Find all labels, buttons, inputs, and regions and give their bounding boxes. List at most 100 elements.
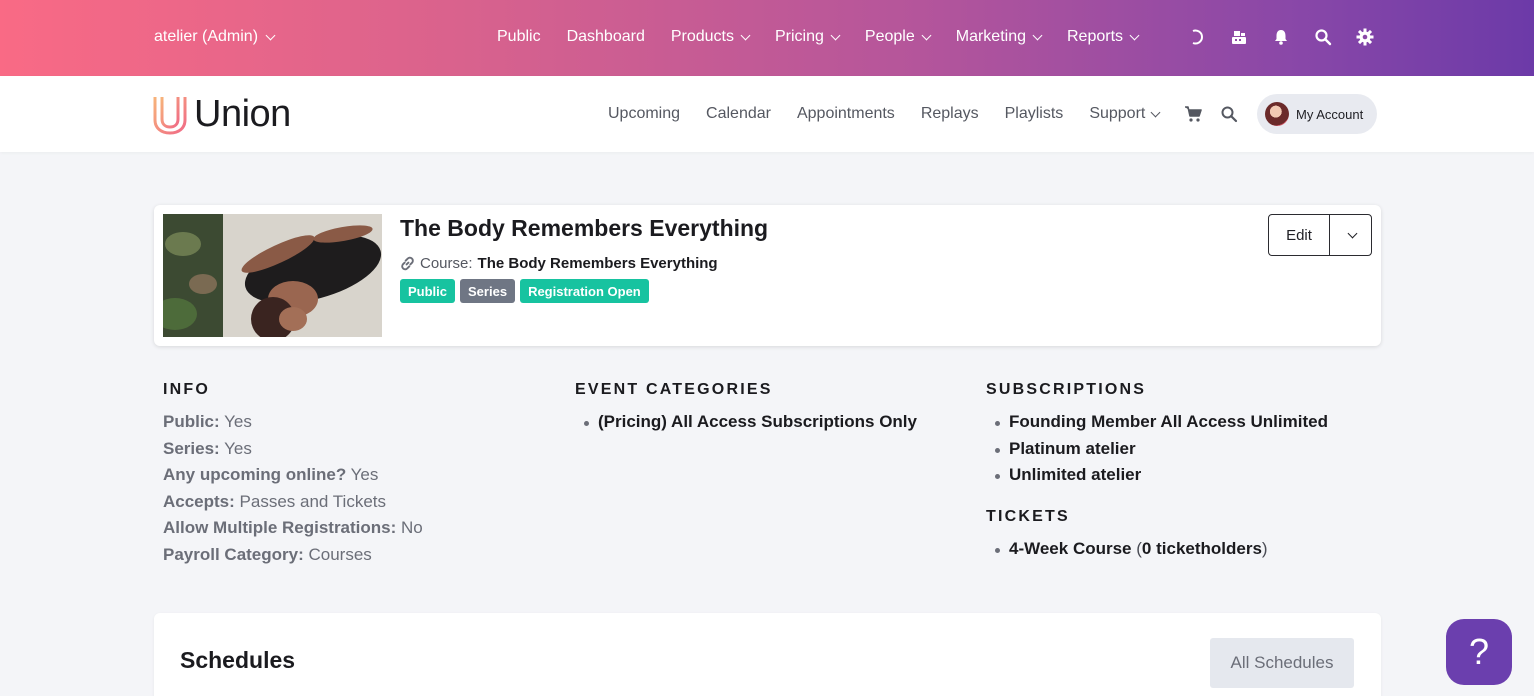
badge-series: Series: [460, 279, 516, 303]
nav-appointments[interactable]: Appointments: [797, 105, 895, 123]
register-icon[interactable]: [1228, 26, 1250, 48]
admin-bar: atelier (Admin) Public Dashboard Product…: [0, 0, 1534, 76]
edit-dropdown-toggle[interactable]: [1330, 215, 1371, 255]
info-label: Payroll Category:: [163, 544, 304, 564]
nav-calendar[interactable]: Calendar: [706, 105, 771, 123]
info-value: Yes: [224, 438, 252, 458]
schedules-title: Schedules: [180, 647, 296, 673]
loading-icon[interactable]: [1186, 26, 1208, 48]
chevron-down-icon: [921, 30, 932, 40]
account-label: My Account: [1296, 106, 1364, 122]
info-row-payroll-category: Payroll Category: Courses: [163, 542, 423, 569]
help-icon: ?: [1468, 631, 1490, 672]
site-header: Union Upcoming Calendar Appointments Rep…: [0, 76, 1534, 152]
site-nav: Upcoming Calendar Appointments Replays P…: [608, 105, 1185, 123]
info-label: Allow Multiple Registrations:: [163, 518, 397, 537]
schedules-card: Schedules All Schedules: [154, 613, 1381, 696]
gear-icon[interactable]: [1354, 26, 1376, 48]
event-card: The Body Remembers Everything Course: Th…: [154, 205, 1381, 346]
union-logo[interactable]: Union: [152, 93, 291, 136]
subscription-item[interactable]: Founding Member All Access Unlimited: [986, 409, 1328, 436]
ticket-name: 4-Week Course: [1009, 538, 1132, 558]
org-switcher[interactable]: atelier (Admin): [154, 28, 276, 46]
chevron-down-icon: [1129, 30, 1140, 40]
link-icon: [401, 256, 414, 271]
ticket-item[interactable]: 4-Week Course (0 ticketholders): [986, 536, 1328, 563]
info-label: Accepts:: [163, 491, 235, 511]
info-value: Courses: [308, 544, 372, 564]
event-photo: [163, 214, 382, 337]
search-icon[interactable]: [1312, 26, 1334, 48]
nav-upcoming[interactable]: Upcoming: [608, 105, 680, 123]
chevron-down-icon: [1347, 228, 1357, 238]
all-schedules-button[interactable]: All Schedules: [1210, 638, 1354, 688]
my-account-button[interactable]: My Account: [1257, 94, 1378, 134]
course-link[interactable]: Course: The Body Remembers Everything: [400, 255, 718, 272]
tickets-list: 4-Week Course (0 ticketholders): [986, 536, 1328, 563]
course-name: The Body Remembers Everything: [477, 255, 718, 272]
admin-nav-label: Marketing: [955, 28, 1026, 45]
tickets-heading: TICKETS: [986, 507, 1070, 525]
admin-nav-pricing[interactable]: Pricing: [775, 28, 841, 46]
admin-nav-label: Pricing: [775, 28, 824, 45]
nav-playlists[interactable]: Playlists: [1005, 105, 1064, 123]
admin-nav-label: People: [864, 28, 915, 45]
info-row-accepts: Accepts: Passes and Tickets: [163, 489, 423, 516]
nav-label: Replays: [920, 105, 979, 122]
admin-tools: [1186, 26, 1376, 48]
edit-button[interactable]: Edit: [1269, 215, 1330, 255]
badge-registration-open: Registration Open: [520, 279, 649, 303]
cart-icon[interactable]: [1183, 104, 1203, 124]
bell-icon[interactable]: [1270, 26, 1292, 48]
nav-support[interactable]: Support: [1089, 105, 1161, 123]
info-row-multiple-registrations: Allow Multiple Registrations: No: [163, 515, 423, 542]
help-button[interactable]: ?: [1446, 619, 1512, 685]
nav-label: Calendar: [706, 105, 771, 122]
info-label: Series:: [163, 438, 220, 458]
union-logo-icon: [153, 96, 187, 135]
badge-public: Public: [400, 279, 456, 303]
admin-nav-products[interactable]: Products: [670, 28, 751, 46]
info-row-series: Series: Yes: [163, 436, 423, 463]
nav-label: Appointments: [796, 105, 895, 122]
admin-nav-label: Products: [670, 28, 734, 45]
logo-text: Union: [194, 93, 291, 135]
admin-nav-label: Public: [497, 28, 541, 45]
edit-button-group: Edit: [1268, 214, 1372, 256]
info-value: Passes and Tickets: [239, 491, 387, 511]
chevron-down-icon: [740, 30, 751, 40]
event-category-item[interactable]: (Pricing) All Access Subscriptions Only: [575, 409, 917, 436]
admin-nav-people[interactable]: People: [864, 28, 932, 46]
info-value: Yes: [224, 412, 252, 431]
chevron-down-icon: [265, 30, 276, 40]
info-row-upcoming-online: Any upcoming online? Yes: [163, 462, 423, 489]
info-value: Yes: [350, 465, 379, 484]
admin-nav-label: Dashboard: [566, 28, 645, 45]
ticket-holders: 0 ticketholders: [1141, 538, 1262, 558]
nav-replays[interactable]: Replays: [921, 105, 979, 123]
event-title: The Body Remembers Everything: [400, 215, 769, 241]
admin-nav-dashboard[interactable]: Dashboard: [567, 28, 645, 46]
info-label: Any upcoming online?: [163, 465, 347, 484]
nav-label: Playlists: [1004, 105, 1064, 122]
chevron-down-icon: [830, 30, 841, 40]
avatar: [1265, 102, 1289, 126]
event-badges: Public Series Registration Open: [400, 279, 649, 303]
admin-nav: Public Dashboard Products Pricing People…: [497, 28, 1164, 46]
admin-nav-label: Reports: [1066, 28, 1124, 45]
search-icon[interactable]: [1219, 104, 1239, 124]
admin-nav-marketing[interactable]: Marketing: [955, 28, 1043, 46]
subscriptions-heading: SUBSCRIPTIONS: [986, 381, 1147, 398]
subscription-item[interactable]: Platinum atelier: [986, 436, 1328, 463]
info-row-public: Public: Yes: [163, 409, 423, 436]
event-categories-heading: EVENT CATEGORIES: [575, 381, 773, 398]
admin-nav-public[interactable]: Public: [497, 28, 541, 46]
info-value: No: [401, 518, 423, 537]
nav-label: Upcoming: [608, 105, 681, 122]
subscriptions-section: SUBSCRIPTIONS Founding Member All Access…: [986, 381, 1328, 562]
subscription-item[interactable]: Unlimited atelier: [986, 462, 1328, 489]
event-categories-list: (Pricing) All Access Subscriptions Only: [575, 409, 917, 436]
admin-nav-reports[interactable]: Reports: [1066, 28, 1140, 46]
info-section: INFO Public: Yes Series: Yes Any upcomin…: [163, 381, 423, 568]
chevron-down-icon: [1150, 107, 1161, 117]
